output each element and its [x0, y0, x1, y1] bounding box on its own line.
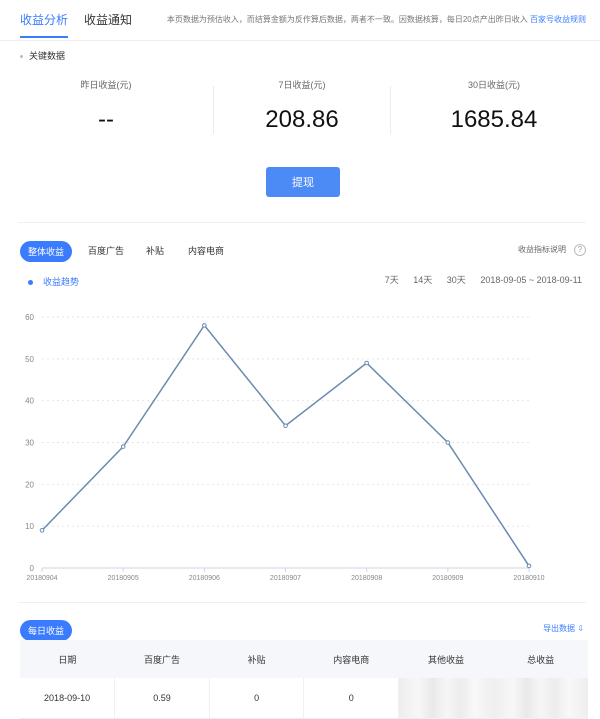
table-header-row: 日期 百度广告 补贴 内容电商 其他收益 总收益 [20, 640, 588, 678]
chart-tab-subsidy[interactable]: 补贴 [146, 244, 164, 257]
notice-body: 本页数据为预估收入，而结算金额为反作算后数据，两者不一致。因数据核算，每日20点… [166, 15, 528, 24]
chart-tab-overall[interactable]: 整体收益 [20, 241, 73, 262]
kpi-30day: 30日收益(元) 1685.84 [408, 78, 580, 134]
notice-text: 本页数据为预估收入，而结算金额为反作算后数据，两者不一致。因数据核算，每日20点… [167, 14, 586, 25]
col-header-baidu-ads: 百度广告 [114, 640, 210, 678]
cell-ecommerce: 0 [303, 678, 400, 719]
kpi-value: 208.86 [265, 106, 339, 133]
col-header-date: 日期 [20, 640, 115, 678]
kpi-label: 昨日收益(元) [80, 80, 132, 90]
export-data-link[interactable]: 导出数据 ⇩ [543, 623, 584, 634]
data-point [283, 423, 288, 429]
col-header-subsidy: 补贴 [209, 640, 304, 678]
range-7-days[interactable]: 7天 [385, 275, 399, 285]
cell-total-obscured [493, 678, 588, 719]
divider [18, 602, 586, 603]
x-tick-label: 20180904 [26, 575, 57, 582]
range-30-days[interactable]: 30天 [447, 275, 466, 285]
x-tick-label: 20180908 [351, 575, 382, 582]
kpi-value: 1685.84 [450, 106, 538, 133]
y-tick-label: 60 [25, 313, 34, 322]
chart-tab-ecommerce[interactable]: 内容电商 [188, 244, 224, 257]
kpi-divider [390, 86, 391, 134]
divider [18, 222, 586, 223]
trend-legend-label: 收益趋势 [43, 277, 80, 287]
cell-other-obscured [398, 678, 494, 719]
y-tick-label: 20 [25, 480, 34, 489]
daily-revenue-pill: 每日收益 [20, 620, 73, 641]
data-point [39, 528, 45, 533]
legend-dot-icon [28, 280, 33, 286]
top-tab-bar: 收益分析 收益通知 本页数据为预估收入，而结算金额为反作算后数据，两者不一致。因… [0, 0, 600, 41]
metric-help[interactable]: 收益指标说明? [518, 244, 586, 256]
metric-help-label: 收益指标说明 [518, 245, 566, 254]
y-tick-label: 0 [30, 564, 35, 573]
kpi-row: 昨日收益(元) -- 7日收益(元) 208.86 30日收益(元) 1685.… [20, 78, 588, 140]
range-selector: 7天 14天 30天 2018-09-05 ~ 2018-09-11 [373, 273, 582, 286]
section-title-label: 关键数据 [29, 51, 66, 61]
x-tick-label: 20180905 [108, 575, 139, 582]
kpi-label: 30日收益(元) [467, 80, 520, 90]
kpi-value: -- [98, 106, 114, 133]
tab-revenue-analysis[interactable]: 收益分析 [20, 11, 69, 38]
cell-date: 2018-09-10 [20, 678, 116, 719]
y-tick-label: 30 [25, 439, 34, 448]
bullet-icon [20, 55, 23, 59]
data-point [202, 323, 207, 328]
cell-subsidy: 0 [209, 678, 305, 719]
x-tick-label: 20180910 [513, 575, 544, 582]
col-header-total: 总收益 [493, 640, 588, 678]
y-tick-label: 40 [25, 397, 34, 406]
notice-rules-link[interactable]: 百家号收益规则 [530, 15, 586, 24]
date-range-picker[interactable]: 2018-09-05 ~ 2018-09-11 [480, 275, 582, 285]
help-icon[interactable]: ? [574, 244, 586, 256]
range-14-days[interactable]: 14天 [413, 275, 432, 285]
kpi-label: 7日收益(元) [278, 80, 326, 90]
y-tick-label: 10 [25, 522, 34, 531]
data-point [120, 444, 126, 449]
x-tick-label: 20180907 [270, 575, 301, 582]
tab-revenue-notice[interactable]: 收益通知 [84, 11, 132, 28]
section-title-key-data: 关键数据 [20, 49, 65, 62]
col-header-ecommerce: 内容电商 [303, 640, 399, 678]
table-row: 2018-09-10 0.59 0 0 [20, 678, 588, 719]
y-tick-label: 50 [25, 355, 34, 364]
data-point [364, 360, 369, 366]
data-point [526, 563, 532, 569]
kpi-yesterday: 昨日收益(元) -- [20, 78, 192, 134]
col-header-other: 其他收益 [398, 640, 494, 678]
x-tick-label: 20180906 [189, 575, 220, 582]
kpi-divider [213, 86, 214, 134]
chart-tab-baidu-ads[interactable]: 百度广告 [88, 244, 124, 257]
withdraw-button[interactable]: 提现 [266, 167, 340, 197]
data-point [445, 440, 451, 445]
cell-baidu-ads: 0.59 [114, 678, 210, 719]
trend-legend: 收益趋势 [28, 275, 79, 288]
revenue-trend-chart: 0 10 20 30 40 50 60 20180904 20180905 20180906 201… [25, 313, 545, 582]
x-tick-label: 20180909 [432, 575, 463, 582]
daily-revenue-table: 日期 百度广告 补贴 内容电商 其他收益 总收益 2018-09-10 0.59… [20, 640, 588, 719]
kpi-7day: 7日收益(元) 208.86 [216, 78, 388, 134]
series-line [41, 324, 530, 567]
